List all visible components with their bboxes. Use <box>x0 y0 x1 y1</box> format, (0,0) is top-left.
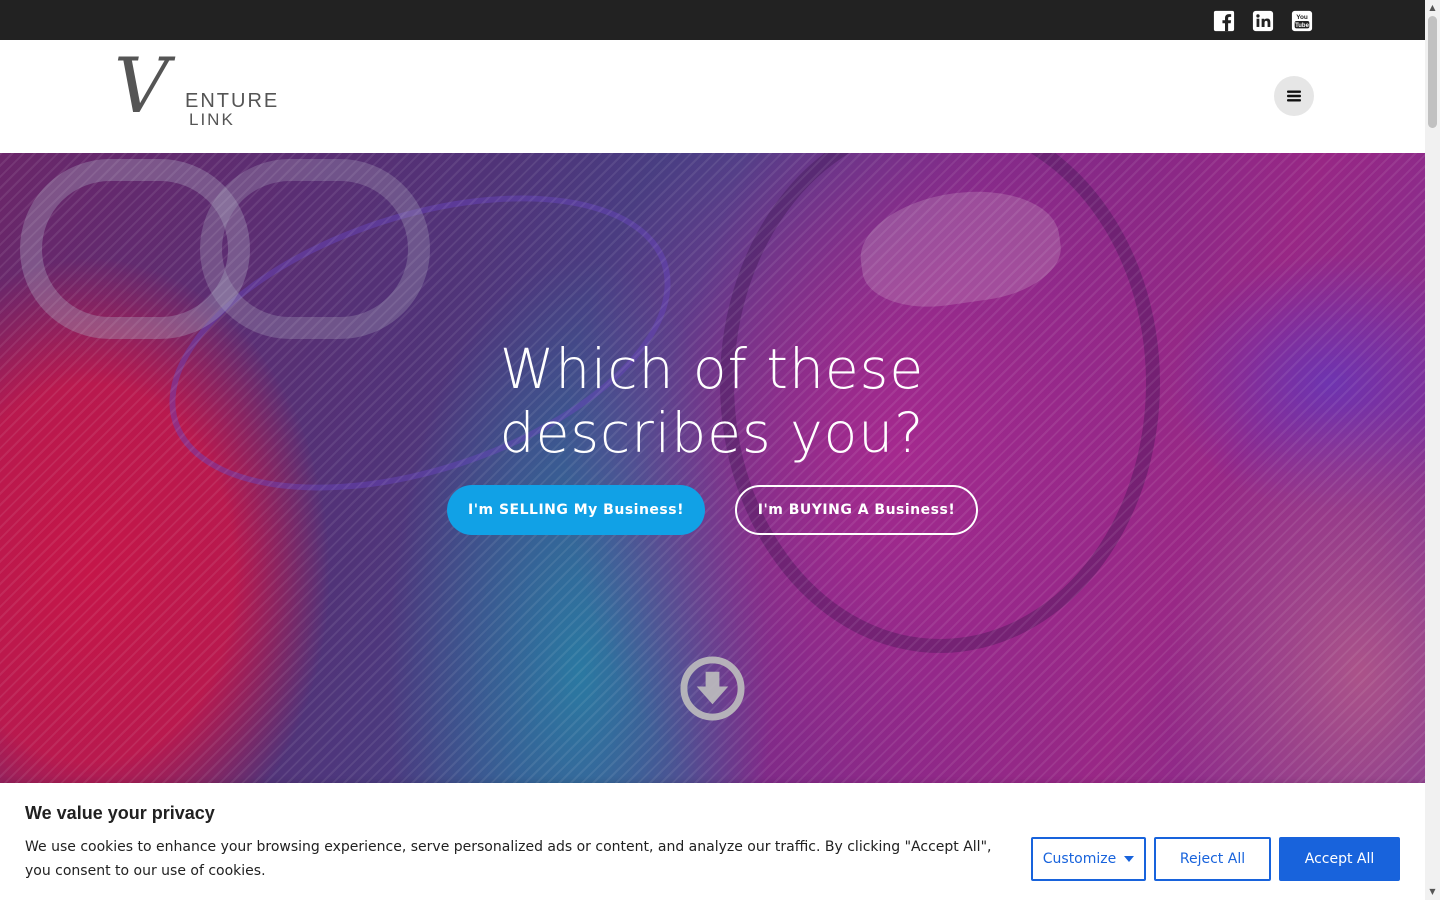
scroll-down-arrow-icon[interactable]: ▼ <box>1425 884 1440 898</box>
hamburger-icon <box>1287 90 1301 102</box>
venture-link-logo[interactable]: V ENTURE LINK <box>112 48 292 134</box>
selling-business-button[interactable]: I'm SELLING My Business! <box>447 485 705 535</box>
accept-all-button[interactable]: Accept All <box>1279 837 1400 881</box>
hero-title: Which of these describes you? <box>499 337 925 465</box>
cookie-description: We use cookies to enhance your browsing … <box>25 839 992 879</box>
page: You Tube V ENTURE LINK Which of these des… <box>0 0 1425 900</box>
svg-text:Tube: Tube <box>1295 23 1309 29</box>
facebook-icon[interactable] <box>1213 10 1235 32</box>
menu-button[interactable] <box>1274 76 1314 116</box>
buying-business-button[interactable]: I'm BUYING A Business! <box>735 485 978 535</box>
scroll-down-button[interactable] <box>679 655 746 722</box>
customize-label: Customize <box>1042 851 1117 867</box>
customize-button[interactable]: Customize <box>1031 837 1146 881</box>
reject-all-button[interactable]: Reject All <box>1154 837 1271 881</box>
hero-section: Which of these describes you? I'm SELLIN… <box>0 153 1425 785</box>
arrow-down-circle-icon <box>680 656 745 721</box>
logo-letter: V <box>114 41 169 130</box>
site-header: V ENTURE LINK <box>0 40 1425 153</box>
svg-text:You: You <box>1296 14 1308 21</box>
youtube-icon[interactable]: You Tube <box>1291 10 1313 32</box>
logo-line2: LINK <box>189 110 235 129</box>
cookie-title: We value your privacy <box>25 803 215 823</box>
caret-down-icon <box>1124 856 1135 862</box>
social-bar: You Tube <box>0 0 1425 40</box>
page-scrollbar[interactable]: ▲ ▼ <box>1425 0 1440 900</box>
scrollbar-thumb[interactable] <box>1428 16 1437 128</box>
scroll-up-arrow-icon[interactable]: ▲ <box>1425 0 1440 14</box>
linkedin-icon[interactable] <box>1252 10 1274 32</box>
cookie-banner: We value your privacy We use cookies to … <box>0 783 1425 900</box>
